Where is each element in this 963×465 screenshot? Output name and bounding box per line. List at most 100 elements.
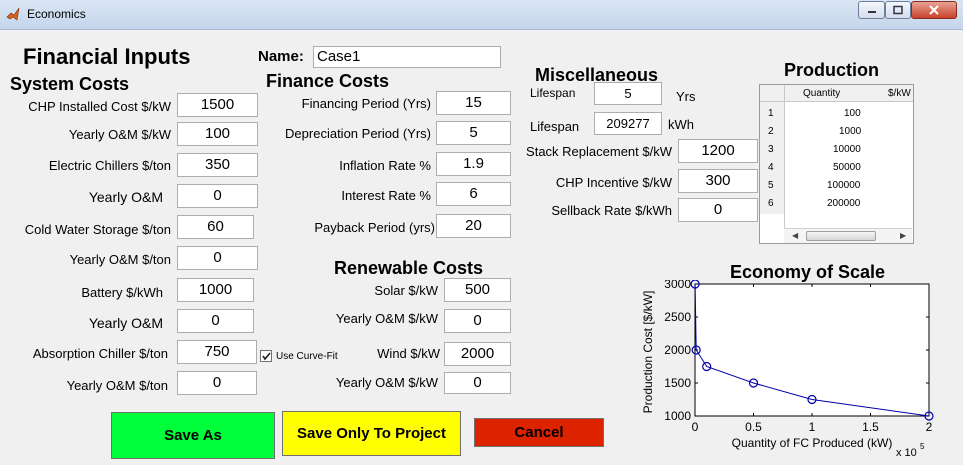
checkmark-icon (262, 352, 271, 361)
production-heading: Production (784, 60, 879, 80)
absorption-chiller-label: Absorption Chiller $/ton (32, 346, 168, 361)
finance-costs-heading: Finance Costs (266, 71, 390, 91)
inflation-rate-input[interactable]: 1.9 (436, 152, 511, 176)
table-horizontal-scrollbar[interactable]: ◀ ▶ (784, 228, 912, 243)
lifespan-years-input[interactable]: 5 (594, 82, 662, 105)
storage-yearly-om-label: Yearly O&M $/ton (69, 252, 171, 267)
table-row-index: 4 (768, 162, 774, 173)
wind-yearly-om-label: Yearly O&M $/kW (335, 375, 438, 390)
sellback-rate-label: Sellback Rate $/kWh (551, 203, 672, 218)
lifespan-kwh-unit: kWh (668, 117, 694, 132)
interest-rate-input[interactable]: 6 (436, 182, 511, 206)
stack-replacement-label: Stack Replacement $/kW (526, 144, 672, 159)
x-axis-label: Quantity of FC Produced (kW) (732, 436, 893, 450)
chillers-yearly-om-label: Yearly O&M (88, 189, 163, 205)
solar-label: Solar $/kW (374, 283, 438, 298)
inflation-rate-label: Inflation Rate % (339, 158, 431, 173)
absorption-chiller-input[interactable]: 750 (177, 340, 257, 364)
x-tick-label: 0.5 (745, 420, 762, 434)
close-button[interactable] (911, 1, 957, 19)
lifespan-years-label: Lifespan (530, 86, 576, 100)
cold-water-storage-label: Cold Water Storage $/ton (24, 222, 171, 237)
name-label: Name: (258, 48, 304, 65)
name-input[interactable]: Case1 (313, 46, 501, 68)
chp-incentive-input[interactable]: 300 (678, 169, 758, 193)
save-as-button[interactable]: Save As (111, 412, 275, 459)
table-cell[interactable]: 100 (844, 105, 861, 122)
table-cell[interactable]: 100000 (827, 177, 860, 194)
electric-chillers-input[interactable]: 350 (177, 153, 258, 177)
y-tick-label: 3000 (664, 280, 691, 291)
cold-water-storage-input[interactable]: 60 (177, 215, 254, 239)
chillers-yearly-om-input[interactable]: 0 (177, 184, 258, 208)
absorption-yearly-om-label: Yearly O&M $/ton (66, 378, 168, 393)
table-cell[interactable]: 1000 (839, 123, 861, 140)
battery-input[interactable]: 1000 (177, 278, 254, 302)
table-cell[interactable]: 50000 (833, 159, 861, 176)
system-costs-heading: System Costs (10, 74, 130, 94)
table-row-index: 5 (768, 180, 774, 191)
use-curve-fit-checkbox[interactable] (260, 350, 272, 362)
table-cell[interactable]: 10000 (833, 141, 861, 158)
storage-yearly-om-input[interactable]: 0 (177, 246, 258, 270)
window-title: Economics (27, 7, 86, 21)
economy-of-scale-chart: 0 0.5 1 1.5 2 1000 1500 2000 2500 3000 Quantity o… (641, 280, 934, 459)
scroll-left-icon[interactable]: ◀ (792, 231, 798, 240)
solar-input[interactable]: 500 (444, 278, 511, 302)
wind-yearly-om-input[interactable]: 0 (444, 372, 511, 394)
scroll-right-icon[interactable]: ▶ (900, 231, 906, 240)
table-header-quantity[interactable]: Quantity (803, 85, 840, 102)
table-row-index: 6 (768, 198, 774, 209)
maximize-icon (893, 5, 903, 15)
payback-period-input[interactable]: 20 (436, 214, 511, 238)
wind-input[interactable]: 2000 (444, 342, 511, 366)
table-cell[interactable]: 200000 (827, 195, 860, 212)
matlab-icon (6, 7, 20, 21)
sellback-rate-input[interactable]: 0 (678, 198, 758, 222)
financing-period-input[interactable]: 15 (436, 91, 511, 115)
chp-yearly-om-label: Yearly O&M $/kW (68, 127, 171, 142)
battery-label: Battery $/kWh (81, 285, 163, 300)
interest-rate-label: Interest Rate % (341, 188, 431, 203)
wind-label: Wind $/kW (377, 346, 440, 361)
chp-yearly-om-input[interactable]: 100 (177, 122, 258, 146)
close-icon (929, 5, 939, 15)
x-tick-label: 0 (692, 420, 699, 434)
absorption-yearly-om-input[interactable]: 0 (177, 371, 257, 395)
depreciation-period-label: Depreciation Period (Yrs) (285, 126, 431, 141)
table-header-cost[interactable]: $/kW (888, 85, 911, 102)
payback-period-label: Payback Period (yrs) (314, 220, 435, 235)
use-curve-fit-label: Use Curve-Fit (276, 351, 338, 362)
y-tick-label: 1000 (664, 409, 691, 423)
table-divider (784, 85, 785, 243)
y-tick-label: 1500 (664, 376, 691, 390)
cancel-button[interactable]: Cancel (474, 418, 604, 447)
table-row-index: 2 (768, 126, 774, 137)
solar-yearly-om-input[interactable]: 0 (444, 309, 511, 333)
depreciation-period-input[interactable]: 5 (436, 121, 511, 145)
production-table[interactable]: Quantity $/kW 1 100 2 1000 3 10000 4 500… (759, 84, 914, 244)
electric-chillers-label: Electric Chillers $/ton (48, 158, 171, 173)
table-row-index: 3 (768, 144, 774, 155)
y-axis-label: Production Cost [$/kW] (641, 291, 655, 414)
stack-replacement-input[interactable]: 1200 (678, 139, 758, 163)
battery-yearly-om-input[interactable]: 0 (177, 309, 254, 333)
x-tick-label: 2 (926, 420, 933, 434)
y-tick-label: 2500 (664, 310, 691, 324)
chp-installed-cost-label: CHP Installed Cost $/kW (28, 99, 171, 114)
plot-area (694, 283, 930, 417)
x-tick-label: 1 (809, 420, 816, 434)
lifespan-kwh-label: Lifespan (530, 119, 580, 134)
save-only-to-project-button[interactable]: Save Only To Project (282, 411, 461, 456)
solar-yearly-om-label: Yearly O&M $/kW (335, 311, 438, 326)
x-tick-label: 1.5 (862, 420, 879, 434)
battery-yearly-om-label: Yearly O&M (88, 315, 163, 331)
chp-installed-cost-input[interactable]: 1500 (177, 93, 258, 117)
minimize-button[interactable] (858, 1, 885, 19)
renewable-costs-heading: Renewable Costs (334, 258, 484, 278)
title-bar: Economics (0, 0, 963, 30)
x-exponent-power: 5 (920, 442, 925, 451)
maximize-button[interactable] (885, 1, 911, 19)
lifespan-kwh-input[interactable]: 209277 (594, 112, 662, 135)
scrollbar-thumb[interactable] (806, 231, 876, 241)
